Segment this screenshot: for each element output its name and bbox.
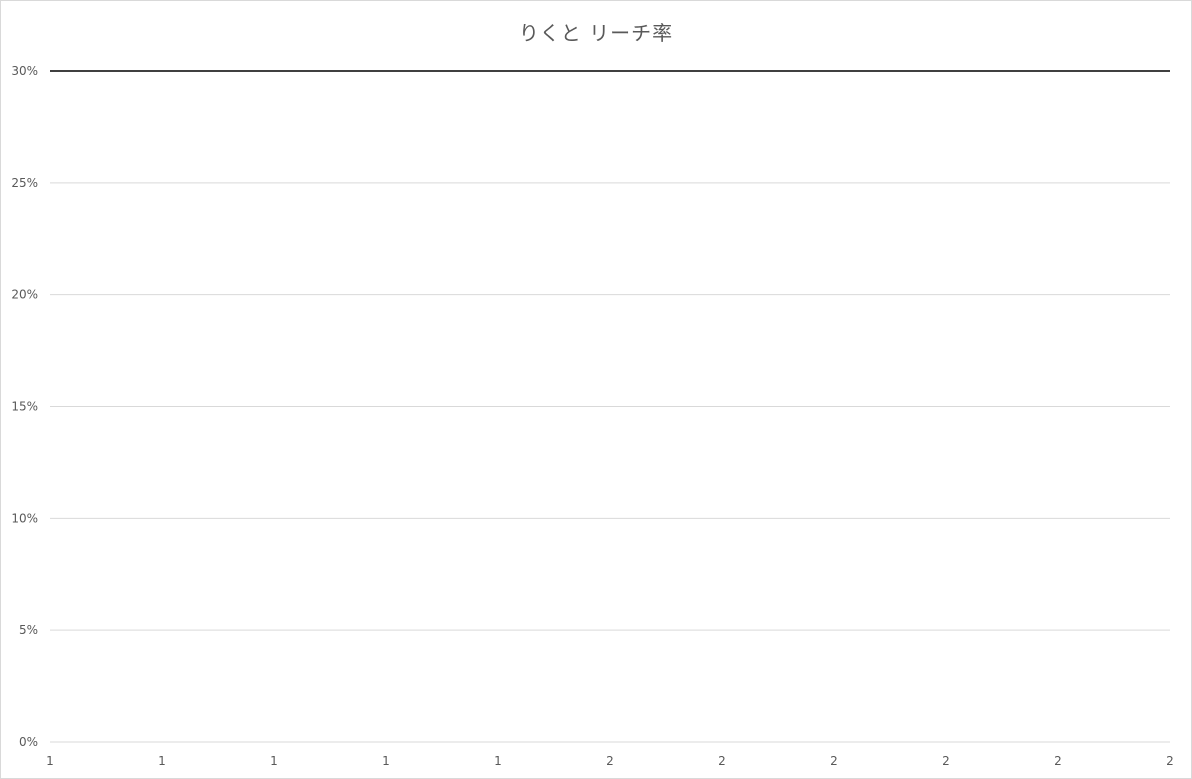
x-tick-label: 2	[606, 754, 614, 768]
x-tick-label: 1	[494, 754, 502, 768]
x-tick-label: 1	[270, 754, 278, 768]
x-tick-label: 2	[1166, 754, 1174, 768]
y-tick-label: 15%	[11, 400, 38, 414]
x-tick-label: 1	[158, 754, 166, 768]
y-tick-label: 20%	[11, 288, 38, 302]
x-tick-label: 2	[1054, 754, 1062, 768]
y-tick-label: 25%	[11, 176, 38, 190]
x-tick-label: 1	[382, 754, 390, 768]
chart-frame: りくと リーチ率 0% 5% 10% 15% 20% 25% 30% 1 1 1 1 1 2 2 2 2 2 2	[0, 0, 1192, 779]
y-tick-label: 10%	[11, 511, 38, 525]
y-tick-label: 30%	[11, 64, 38, 78]
y-tick-label: 5%	[19, 623, 38, 637]
x-tick-label: 2	[942, 754, 950, 768]
x-tick-label: 2	[718, 754, 726, 768]
x-tick-label: 1	[46, 754, 54, 768]
x-tick-label: 2	[830, 754, 838, 768]
y-tick-label: 0%	[19, 735, 38, 749]
chart-plot-area: 0% 5% 10% 15% 20% 25% 30% 1 1 1 1 1 2 2 2 2 2 2	[11, 64, 1174, 768]
